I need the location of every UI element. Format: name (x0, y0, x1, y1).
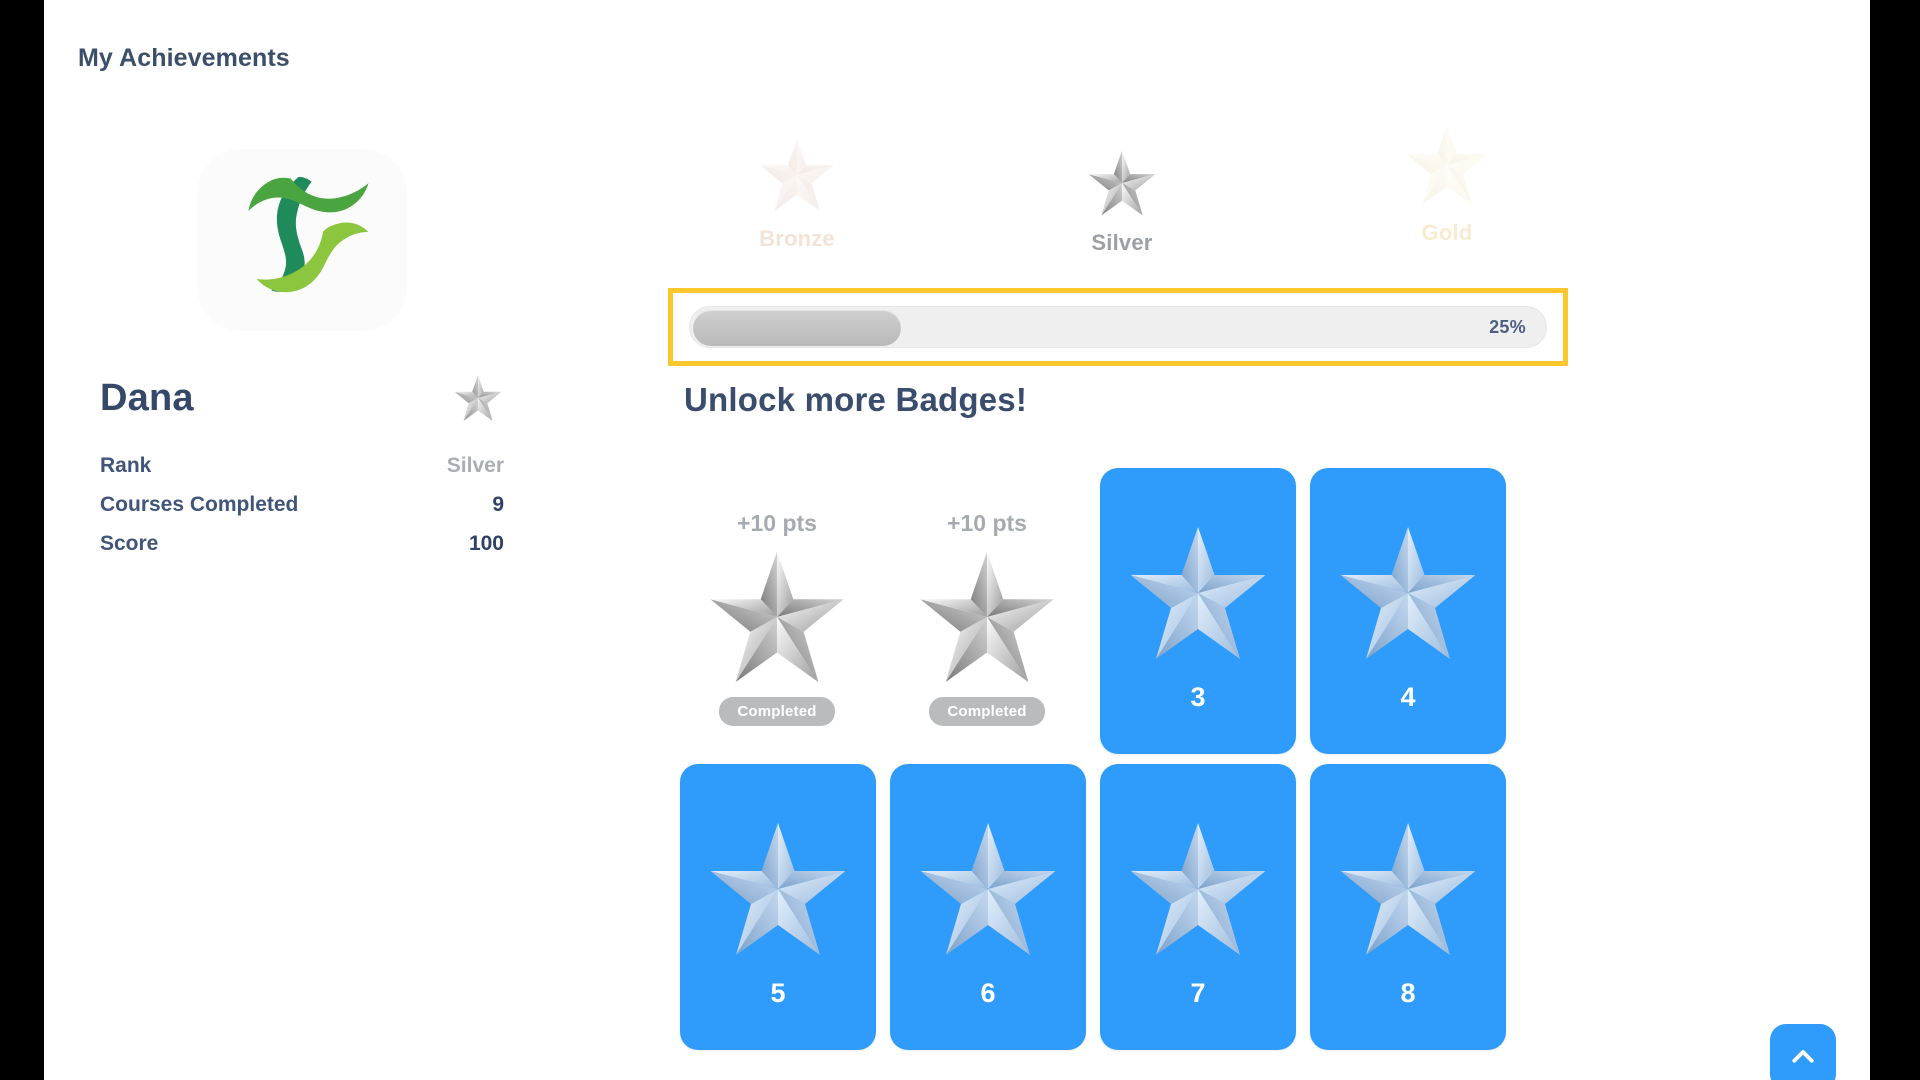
tier-label: Silver (1091, 230, 1153, 255)
badge-locked-card[interactable]: 5 (680, 764, 876, 1050)
silver-star-icon (920, 551, 1054, 683)
badge-item[interactable]: 5 (672, 764, 882, 1050)
badge-item[interactable]: +10 pts Completed (672, 468, 882, 754)
tier-row: Bronze Silver Gold (702, 125, 1542, 256)
tier-bronze[interactable]: Bronze (702, 134, 892, 252)
badge-locked-card[interactable]: 7 (1100, 764, 1296, 1050)
blue-star-icon (920, 822, 1056, 955)
badge-item[interactable]: 7 (1092, 764, 1302, 1050)
blue-star-icon (1340, 526, 1476, 659)
badge-locked-card[interactable]: 3 (1100, 468, 1296, 754)
stat-label: Rank (100, 454, 152, 477)
stat-label: Score (100, 532, 159, 555)
badge-status-badge: Completed (929, 697, 1045, 726)
stat-value: 100 (468, 532, 504, 555)
stat-label: Courses Completed (100, 493, 299, 516)
tier-silver[interactable]: Silver (1027, 146, 1217, 256)
badge-status-badge: Completed (719, 697, 835, 726)
badge-number: 3 (1190, 681, 1206, 712)
badge-number: 4 (1400, 681, 1416, 712)
badge-number: 7 (1190, 977, 1206, 1008)
silver-star-icon (710, 551, 844, 683)
tier-label: Bronze (759, 226, 835, 251)
badge-number: 8 (1400, 977, 1416, 1008)
silver-star-icon (1088, 150, 1156, 216)
silver-star-icon (454, 375, 502, 421)
profile-stats: Rank Silver Courses Completed 9 Score 10… (78, 446, 526, 563)
bronze-star-icon (760, 138, 834, 212)
badge-item[interactable]: 6 (882, 764, 1092, 1050)
tier-gold[interactable]: Gold (1352, 120, 1542, 246)
user-name: Dana (100, 377, 194, 419)
gold-star-icon (1406, 125, 1488, 205)
badge-item[interactable]: +10 pts Completed (882, 468, 1092, 754)
progress-fill (693, 310, 901, 346)
avatar-tile (197, 149, 407, 331)
blue-star-icon (710, 822, 846, 955)
badge-locked-card[interactable]: 4 (1310, 468, 1506, 754)
badge-points: +10 pts (947, 510, 1027, 536)
badge-number: 6 (980, 977, 996, 1008)
progress-bar[interactable]: 25% (689, 306, 1547, 348)
blue-star-icon (1130, 822, 1266, 955)
tier-label: Gold (1421, 220, 1473, 245)
green-swirl-logo-icon (248, 176, 369, 293)
avatar (178, 140, 426, 340)
blue-star-icon (1130, 526, 1266, 659)
stat-row: Courses Completed 9 (100, 485, 504, 524)
badges-section-heading: Unlock more Badges! (684, 381, 1028, 418)
stat-value: 9 (492, 493, 504, 516)
stat-row: Score 100 (100, 524, 504, 563)
scroll-to-top-button[interactable] (1770, 1024, 1836, 1080)
page-content: My Achievements Dana Rank Silver Courses… (44, 0, 1870, 1080)
profile-panel: Dana Rank Silver Courses Completed 9 Sco… (78, 140, 526, 563)
badge-item[interactable]: 3 (1092, 468, 1302, 754)
progress-percent-label: 25% (1489, 316, 1526, 337)
badge-points: +10 pts (737, 510, 817, 536)
chevron-up-icon (1792, 1050, 1814, 1063)
profile-name-row: Dana (78, 372, 526, 424)
badge-item[interactable]: 4 (1302, 468, 1512, 754)
letterbox-left (0, 0, 44, 1080)
badge-grid: +10 pts Completed +10 pts Completed 3 4 … (672, 468, 1542, 1050)
page-title: My Achievements (78, 44, 290, 72)
stat-value: Silver (446, 454, 504, 477)
badge-locked-card[interactable]: 6 (890, 764, 1086, 1050)
blue-star-icon (1340, 822, 1476, 955)
progress-focus-ring: 25% (668, 288, 1568, 366)
letterbox-right (1870, 0, 1920, 1080)
badge-item[interactable]: 8 (1302, 764, 1512, 1050)
badge-locked-card[interactable]: 8 (1310, 764, 1506, 1050)
stat-row: Rank Silver (100, 446, 504, 485)
screen: My Achievements Dana Rank Silver Courses… (0, 0, 1920, 1080)
badge-number: 5 (770, 977, 786, 1008)
